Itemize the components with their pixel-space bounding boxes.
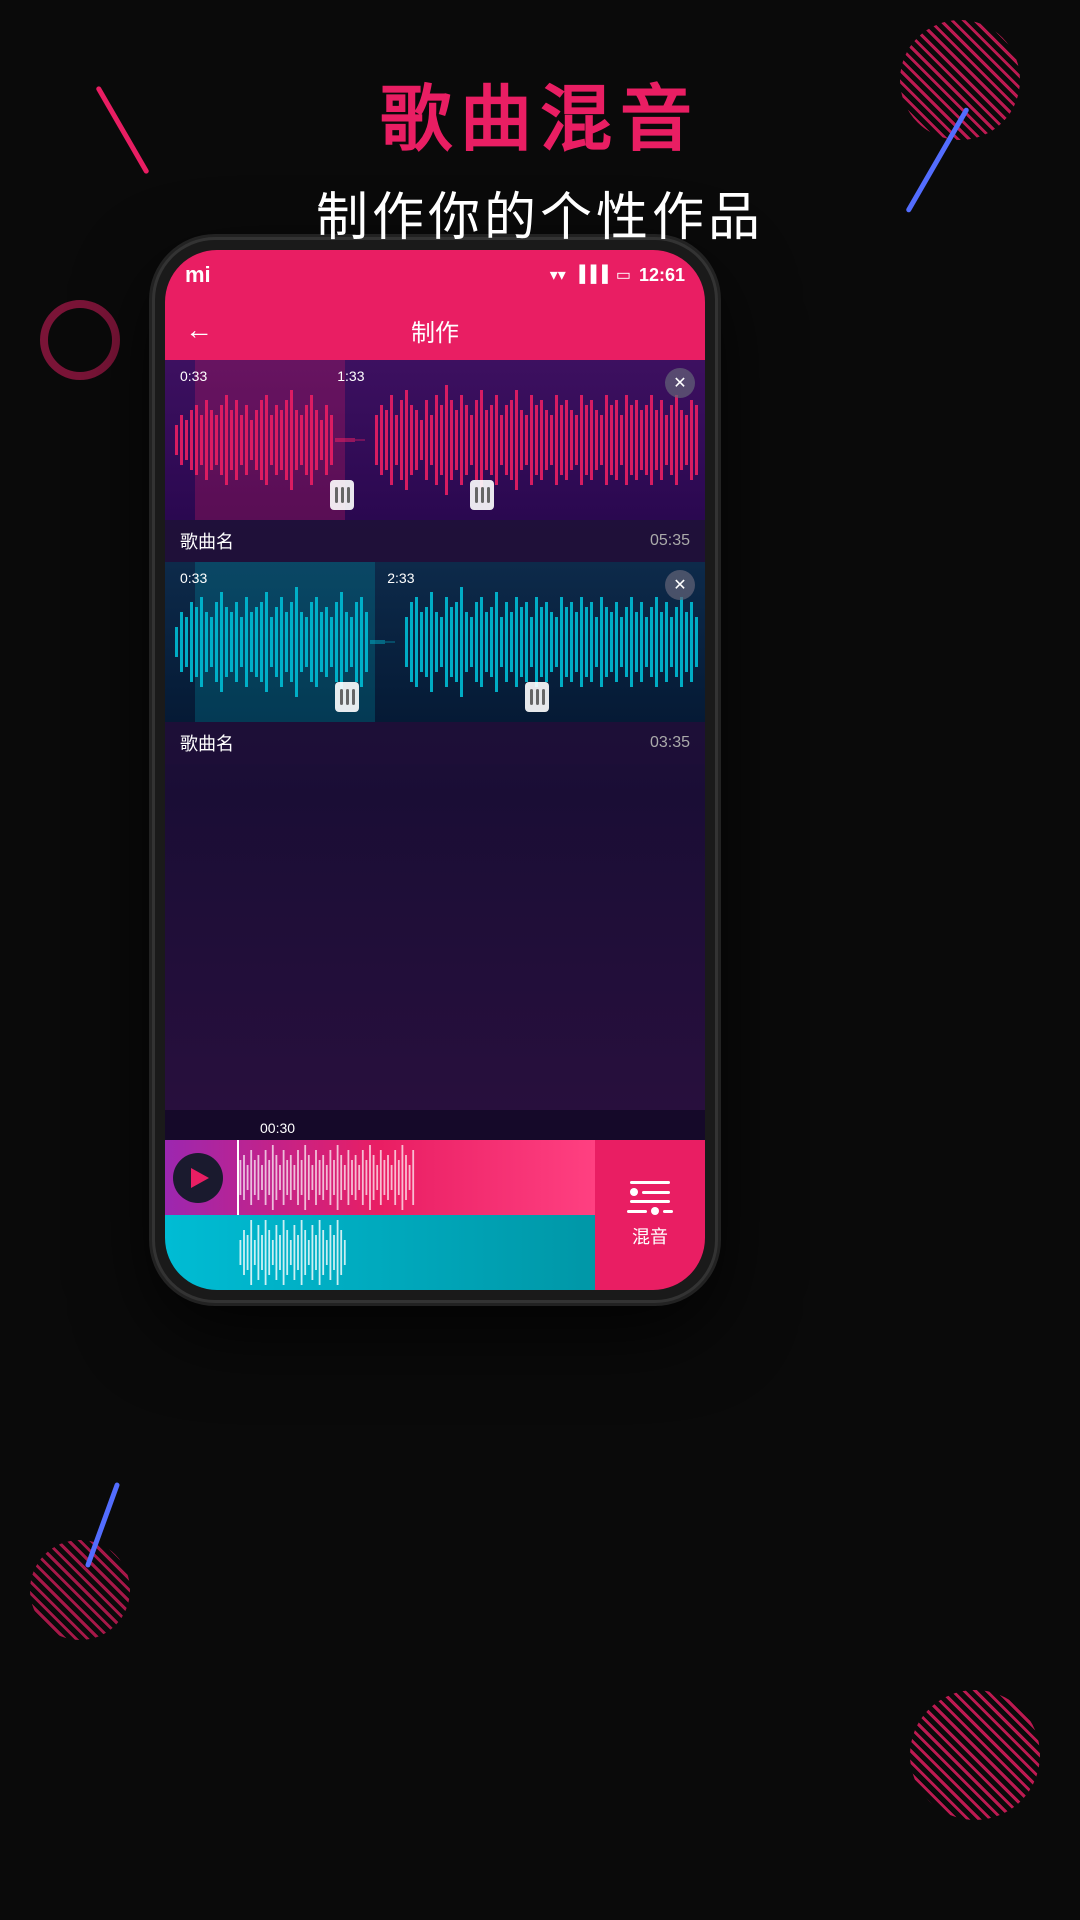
playback-waveforms [165,1140,595,1230]
status-icons: ▾▾ ▐▐▐ ▭ 12:61 [550,265,685,286]
status-bar: mi ▾▾ ▐▐▐ ▭ 12:61 [165,250,705,300]
playback-track-pink[interactable] [165,1140,595,1215]
app-title-sub: 制作你的个性作品 [0,175,1080,250]
track-1: 0:33 1:33 [165,360,705,562]
mix-line-4 [627,1210,647,1213]
wifi-icon: ▾▾ [550,265,566,285]
app-bar: ← 制作 [165,300,705,360]
app-content: 0:33 1:33 [165,360,705,1230]
track-1-handle-right[interactable] [470,480,494,510]
track-1-duration: 05:35 [650,532,690,550]
track-2-name: 歌曲名 [180,730,234,756]
track-1-waveform[interactable]: 0:33 1:33 [165,360,705,520]
mix-line-1 [630,1181,670,1184]
track-2-svg [165,562,705,722]
mix-label: 混音 [632,1223,668,1230]
track-2-waveform[interactable]: 0:33 2:33 [165,562,705,722]
track-2-duration: 03:35 [650,734,690,752]
track-1-name: 歌曲名 [180,528,234,554]
app-title-main: 歌曲混音 [0,60,1080,165]
track-2-handle-left[interactable] [335,682,359,712]
playback-pink-svg [235,1140,595,1215]
phone-inner: mi ▾▾ ▐▐▐ ▭ 12:61 ← 制作 0:33 [165,250,705,1290]
mix-icon [627,1181,673,1215]
battery-icon: ▭ [616,265,631,285]
playback-cyan-svg [235,1215,595,1230]
track-1-svg [165,360,705,520]
mix-line-5 [663,1210,673,1213]
track-1-close-button[interactable]: ✕ [665,368,695,398]
phone-frame: mi ▾▾ ▐▐▐ ▭ 12:61 ← 制作 0:33 [155,240,715,1300]
bottom-bar: 00:30 [165,1110,705,1230]
track-2: 0:33 2:33 [165,562,705,764]
mix-line-2 [642,1191,670,1194]
bottom-controls: 混音 [165,1140,705,1230]
playback-timeline: 00:30 [165,1110,705,1140]
play-icon [191,1168,209,1188]
playback-track-cyan[interactable] [165,1215,595,1230]
status-time: 12:61 [639,265,685,286]
mi-logo: mi [185,262,211,288]
signal-icon: ▐▐▐ [574,266,608,284]
track-1-handle-left[interactable] [330,480,354,510]
track-1-info: 歌曲名 05:35 [165,520,705,562]
back-button[interactable]: ← [185,314,213,346]
empty-area [165,764,705,1014]
track-2-handle-right[interactable] [525,682,549,712]
track-2-info: 歌曲名 03:35 [165,722,705,764]
title-area: 歌曲混音 制作你的个性作品 [0,60,1080,250]
track-2-close-button[interactable]: ✕ [665,570,695,600]
playback-time: 00:30 [260,1120,295,1136]
mix-button[interactable]: 混音 [595,1140,705,1230]
playback-cursor [237,1140,239,1215]
play-button[interactable] [173,1153,223,1203]
app-bar-title: 制作 [411,313,459,348]
mix-line-3 [630,1200,670,1203]
